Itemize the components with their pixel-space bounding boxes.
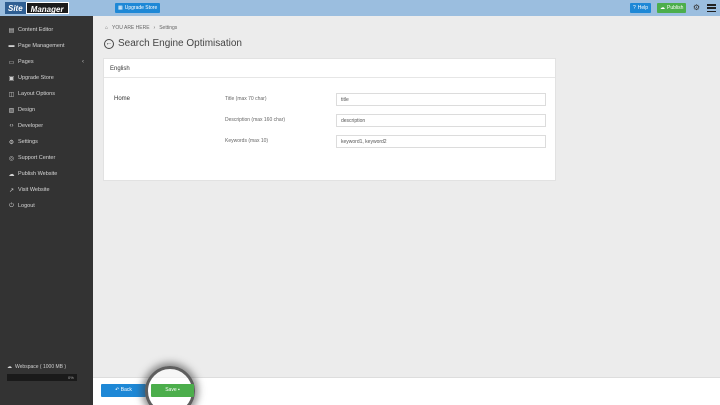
sidebar-item-design[interactable]: ▧ Design	[0, 102, 93, 118]
save-button[interactable]: Save ▪	[151, 384, 194, 397]
sidebar-item-label: Support Center	[18, 155, 56, 161]
cloud-icon: ☁	[8, 171, 15, 178]
file-icon: ▤	[8, 27, 15, 34]
power-icon: ⏻	[9, 202, 14, 209]
reply-icon: ↶	[115, 387, 120, 393]
chevron-left-icon: ‹	[82, 59, 84, 65]
lifebuoy-icon: ◎	[8, 155, 15, 162]
language-heading: English	[104, 59, 555, 78]
sidebar-item-label: Visit Website	[18, 187, 50, 193]
image-icon: ▧	[8, 107, 15, 114]
sidebar: ▤ Content Editor ▬ Page Management ▭ Pag…	[0, 16, 93, 405]
page-header: ← Search Engine Optimisation	[104, 38, 242, 49]
sidebar-item-content-editor[interactable]: ▤ Content Editor	[0, 22, 93, 38]
sidebar-item-label: Logout	[18, 203, 35, 209]
cloud-icon: ☁	[7, 364, 12, 370]
upgrade-store-label: Upgrade Store	[124, 5, 158, 11]
description-input[interactable]	[336, 114, 546, 127]
code-icon: ‹›	[9, 123, 14, 129]
site-manager-logo[interactable]: Site Manager	[5, 2, 69, 14]
sidebar-item-pages[interactable]: ▭ Pages ‹	[0, 54, 93, 70]
sidebar-item-label: Design	[18, 107, 36, 113]
save-label: Save	[165, 387, 177, 393]
sidebar-item-label: Pages	[18, 59, 34, 65]
upgrade-store-button[interactable]: ▦ Upgrade Store	[115, 3, 161, 13]
sidebar-item-upgrade-store[interactable]: ▣ Upgrade Store	[0, 70, 93, 86]
sidebar-item-label: Developer	[18, 123, 44, 129]
back-arrow-icon[interactable]: ←	[104, 38, 114, 49]
folder-icon: ▬	[8, 43, 15, 49]
sidebar-item-developer[interactable]: ‹› Developer	[0, 118, 93, 134]
title-field-label: Title (max 70 char)	[225, 96, 267, 102]
box-icon: ▣	[8, 75, 15, 82]
publish-button[interactable]: ☁ Publish	[657, 3, 687, 13]
seo-panel: English Home Title (max 70 char) Descrip…	[103, 58, 556, 181]
logo-part-site: Site	[5, 2, 26, 14]
help-button[interactable]: ? Help	[630, 3, 652, 13]
gear-icon[interactable]: ⚙	[692, 3, 701, 13]
webspace-info: ☁ Webspace ( 1000 MB )	[7, 364, 66, 370]
sidebar-item-label: Layout Options	[18, 91, 55, 97]
breadcrumb-current: Settings	[159, 25, 178, 31]
back-label: Back	[120, 387, 132, 393]
sidebar-item-label: Content Editor	[18, 27, 54, 33]
publish-label: Publish	[667, 5, 684, 11]
sidebar-item-label: Publish Website	[18, 171, 58, 177]
sidebar-item-visit-website[interactable]: ↗ Visit Website	[0, 182, 93, 198]
home-icon: ⌂	[105, 25, 109, 31]
cloud-upload-icon: ☁	[660, 5, 665, 11]
sidebar-item-settings[interactable]: ⚙ Settings	[0, 134, 93, 150]
keywords-input[interactable]	[336, 135, 546, 148]
external-link-icon: ↗	[8, 187, 15, 194]
sidebar-item-label: Settings	[18, 139, 38, 145]
page-name: Home	[114, 96, 131, 102]
gear-icon: ⚙	[8, 139, 15, 146]
breadcrumb: ⌂ YOU ARE HERE › Settings	[105, 25, 177, 31]
question-icon: ?	[633, 5, 636, 11]
description-field-label: Description (max 160 char)	[225, 117, 286, 123]
webspace-label: Webspace ( 1000 MB )	[15, 364, 67, 370]
back-button[interactable]: ↶ Back	[101, 384, 146, 397]
menu-icon[interactable]	[707, 4, 716, 12]
page-title: Search Engine Optimisation	[118, 38, 242, 49]
sidebar-item-label: Upgrade Store	[18, 75, 54, 81]
webspace-percent: 0%	[68, 375, 74, 380]
sidebar-item-logout[interactable]: ⏻ Logout	[0, 198, 93, 214]
breadcrumb-separator: ›	[153, 25, 156, 31]
layout-icon: ◫	[8, 91, 15, 98]
sidebar-item-page-management[interactable]: ▬ Page Management	[0, 38, 93, 54]
help-label: Help	[637, 5, 649, 11]
keywords-field-label: Keywords (max 10)	[225, 138, 269, 144]
breadcrumb-home[interactable]: YOU ARE HERE	[112, 25, 150, 31]
title-input[interactable]	[336, 93, 546, 106]
logo-part-manager: Manager	[25, 2, 69, 14]
top-bar: Site Manager ▦ Upgrade Store ? Help ☁ Pu…	[0, 0, 720, 16]
sidebar-item-support-center[interactable]: ◎ Support Center	[0, 150, 93, 166]
floppy-icon: ▪	[178, 387, 180, 393]
store-icon: ▦	[118, 5, 123, 11]
sidebar-item-layout-options[interactable]: ◫ Layout Options	[0, 86, 93, 102]
sidebar-item-publish-website[interactable]: ☁ Publish Website	[0, 166, 93, 182]
sidebar-item-label: Page Management	[18, 43, 65, 49]
folder-open-icon: ▭	[8, 59, 15, 66]
webspace-progress-bar	[7, 374, 77, 381]
